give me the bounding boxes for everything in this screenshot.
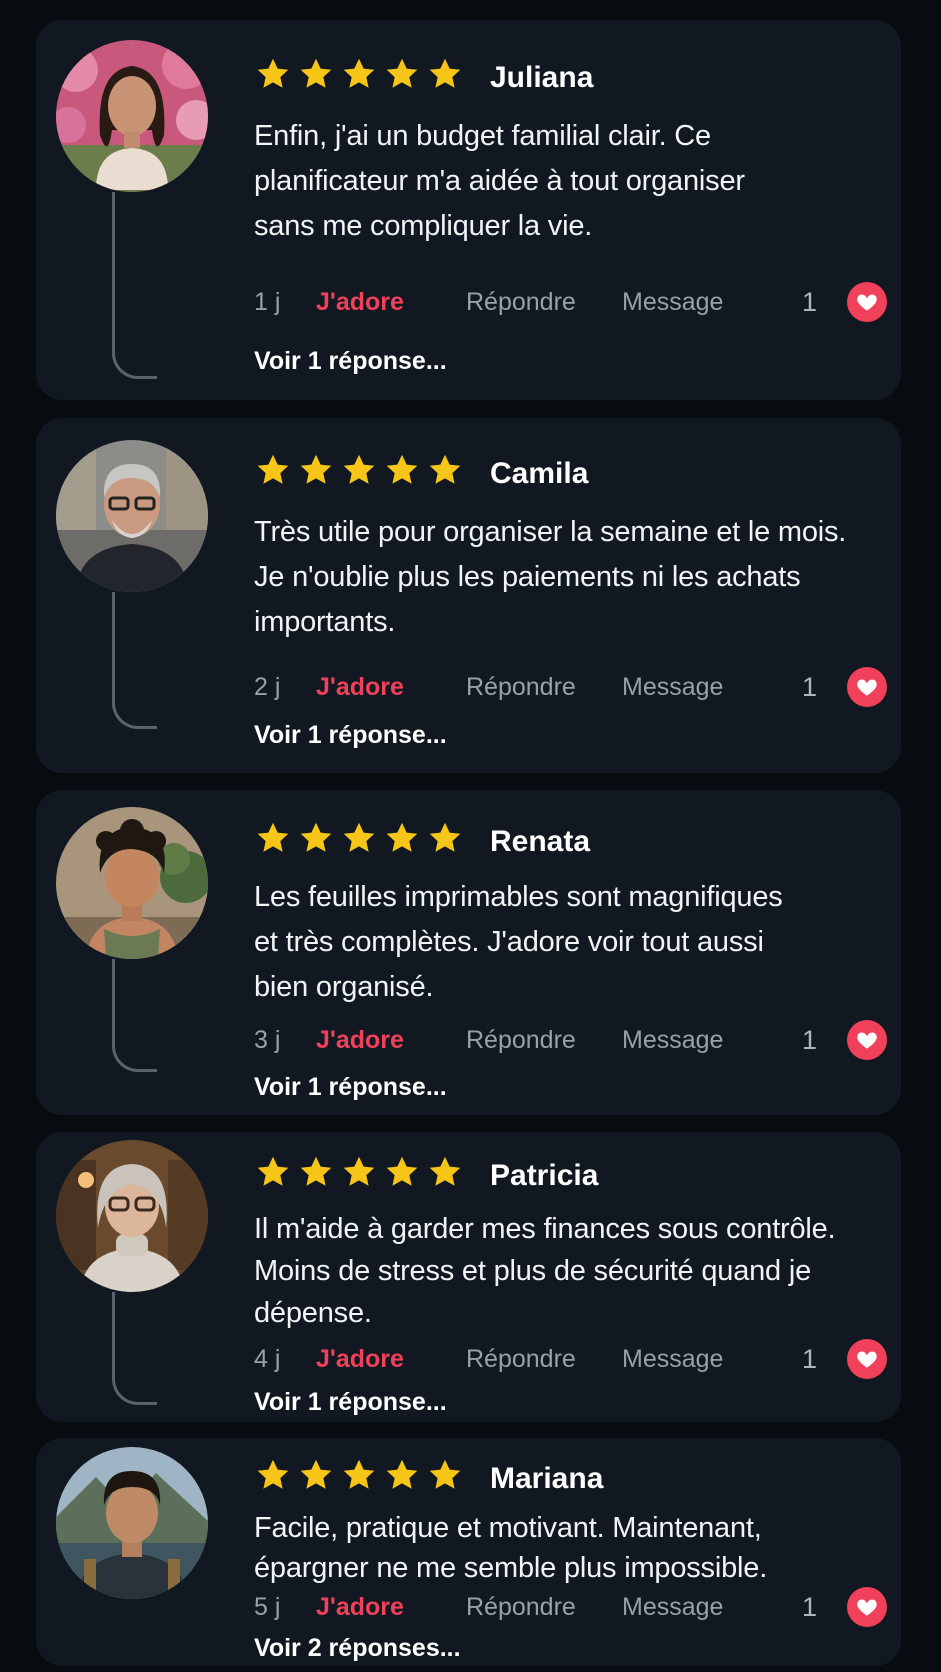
star-icon	[383, 56, 421, 92]
view-replies-link[interactable]: Voir 2 réponses...	[254, 1634, 461, 1663]
message-button[interactable]: Message	[622, 285, 723, 319]
avatar[interactable]	[56, 807, 208, 959]
star-icon	[254, 56, 292, 92]
rating-stars	[254, 1154, 464, 1192]
view-replies-link[interactable]: Voir 1 réponse...	[254, 1388, 447, 1417]
timestamp: 4 j	[254, 1345, 281, 1373]
star-icon	[254, 452, 292, 488]
star-icon	[340, 1457, 378, 1493]
star-icon	[426, 452, 464, 488]
reviewer-name[interactable]: Juliana	[490, 61, 593, 95]
view-replies-link[interactable]: Voir 1 réponse...	[254, 721, 447, 750]
timestamp: 1 j	[254, 288, 281, 316]
review-card: Patricia Il m'aide à garder mes finances…	[36, 1132, 901, 1422]
star-icon	[426, 56, 464, 92]
star-icon	[297, 1457, 335, 1493]
rating-stars	[254, 452, 464, 490]
star-icon	[340, 820, 378, 856]
comment-actions: 3 j J'adore Répondre Message 1	[254, 1020, 887, 1060]
reviewer-name[interactable]: Camila	[490, 457, 588, 491]
rating-stars	[254, 1457, 464, 1495]
star-icon	[254, 820, 292, 856]
comment-actions: 4 j J'adore Répondre Message 1	[254, 1339, 887, 1379]
heart-icon[interactable]	[847, 1339, 887, 1379]
reply-thread-line	[112, 959, 157, 1072]
like-count: 1	[802, 672, 818, 702]
love-button[interactable]: J'adore	[316, 670, 404, 704]
star-icon	[383, 1154, 421, 1190]
rating-stars	[254, 56, 464, 94]
message-button[interactable]: Message	[622, 1590, 723, 1624]
reply-button[interactable]: Répondre	[466, 285, 576, 319]
star-icon	[297, 56, 335, 92]
review-card: Renata Les feuilles imprimables sont mag…	[36, 790, 901, 1115]
love-button[interactable]: J'adore	[316, 285, 404, 319]
star-icon	[297, 820, 335, 856]
review-text: Enfin, j'ai un budget familial clair. Ce…	[254, 120, 745, 242]
star-icon	[254, 1457, 292, 1493]
avatar[interactable]	[56, 40, 208, 192]
comment-actions: 1 j J'adore Répondre Message 1	[254, 282, 887, 322]
star-icon	[340, 56, 378, 92]
comment-actions: 5 j J'adore Répondre Message 1	[254, 1587, 887, 1627]
heart-icon[interactable]	[847, 1587, 887, 1627]
reply-button[interactable]: Répondre	[466, 1590, 576, 1624]
avatar[interactable]	[56, 1140, 208, 1292]
like-count: 1	[802, 287, 818, 317]
love-button[interactable]: J'adore	[316, 1023, 404, 1057]
star-icon	[426, 1154, 464, 1190]
view-replies-link[interactable]: Voir 1 réponse...	[254, 1073, 447, 1102]
review-card: Camila Très utile pour organiser la sema…	[36, 418, 901, 773]
comment-actions: 2 j J'adore Répondre Message 1	[254, 667, 887, 707]
review-text: Très utile pour organiser la semaine et …	[254, 516, 847, 638]
star-icon	[426, 820, 464, 856]
star-icon	[340, 1154, 378, 1190]
star-icon	[426, 1457, 464, 1493]
reviewer-name[interactable]: Mariana	[490, 1462, 603, 1496]
like-count: 1	[802, 1344, 818, 1374]
love-button[interactable]: J'adore	[316, 1590, 404, 1624]
heart-icon[interactable]	[847, 1020, 887, 1060]
heart-icon[interactable]	[847, 667, 887, 707]
avatar[interactable]	[56, 440, 208, 592]
timestamp: 5 j	[254, 1593, 281, 1621]
message-button[interactable]: Message	[622, 1023, 723, 1057]
like-count: 1	[802, 1025, 818, 1055]
love-button[interactable]: J'adore	[316, 1342, 404, 1376]
reply-thread-line	[112, 192, 157, 379]
star-icon	[254, 1154, 292, 1190]
timestamp: 2 j	[254, 673, 281, 701]
reply-thread-line	[112, 592, 157, 729]
view-replies-link[interactable]: Voir 1 réponse...	[254, 347, 447, 376]
star-icon	[383, 1457, 421, 1493]
reviewer-name[interactable]: Patricia	[490, 1159, 598, 1193]
avatar[interactable]	[56, 1447, 208, 1599]
heart-icon[interactable]	[847, 282, 887, 322]
star-icon	[383, 820, 421, 856]
star-icon	[297, 452, 335, 488]
review-card: Juliana Enfin, j'ai un budget familial c…	[36, 20, 901, 400]
reply-button[interactable]: Répondre	[466, 670, 576, 704]
review-text: Facile, pratique et motivant. Maintenant…	[254, 1512, 768, 1584]
message-button[interactable]: Message	[622, 1342, 723, 1376]
message-button[interactable]: Message	[622, 670, 723, 704]
like-count: 1	[802, 1592, 818, 1622]
reply-thread-line	[112, 1292, 157, 1405]
star-icon	[297, 1154, 335, 1190]
review-text: Il m'aide à garder mes finances sous con…	[254, 1213, 836, 1329]
reply-button[interactable]: Répondre	[466, 1342, 576, 1376]
timestamp: 3 j	[254, 1026, 281, 1054]
reviewer-name[interactable]: Renata	[490, 825, 590, 859]
review-text: Les feuilles imprimables sont magnifique…	[254, 881, 783, 1003]
review-card: Mariana Facile, pratique et motivant. Ma…	[36, 1438, 901, 1666]
reply-button[interactable]: Répondre	[466, 1023, 576, 1057]
star-icon	[383, 452, 421, 488]
star-icon	[340, 452, 378, 488]
rating-stars	[254, 820, 464, 858]
